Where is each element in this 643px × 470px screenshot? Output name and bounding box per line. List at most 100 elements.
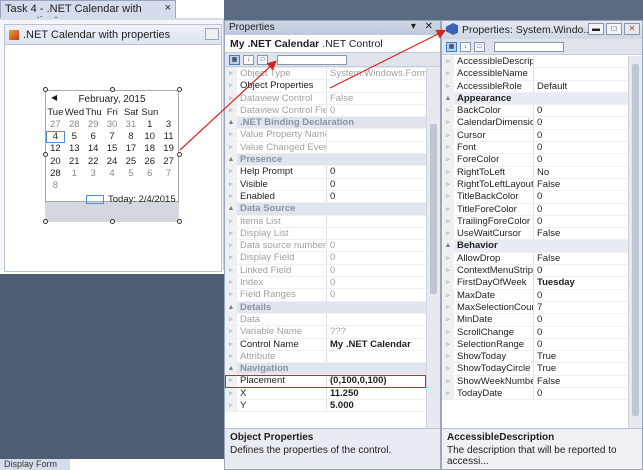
property-value[interactable]: System.Windows.Forms.M [327,68,426,79]
property-row[interactable]: ▹ BackColor 0 [442,105,628,118]
property-value[interactable]: My .NET Calendar [327,339,426,350]
property-value[interactable]: 0 [534,204,628,215]
expand-icon[interactable]: ▹ [442,56,454,68]
property-search-input[interactable] [277,54,347,65]
property-row[interactable]: ▹ Placement (0,100,0,100) [225,375,426,388]
property-row[interactable]: ▹ TitleBackColor 0 [442,191,628,204]
calendar-day-selected[interactable]: 4 [46,131,65,144]
property-value[interactable]: 0 [534,142,628,153]
calendar-day[interactable]: 15 [103,143,122,155]
property-value[interactable]: 0 [534,327,628,338]
property-value[interactable]: 0 [327,191,426,202]
property-row[interactable]: ▹Object TypeSystem.Windows.Forms.M [225,68,426,81]
property-category[interactable]: ▲ Navigation [225,363,426,376]
property-value[interactable]: 0 [327,252,426,263]
property-value[interactable]: False [534,179,628,190]
property-row[interactable]: ▹ Value Property Name [225,129,426,142]
expand-icon[interactable]: ▹ [225,80,237,92]
expand-icon[interactable]: ▹ [225,68,237,80]
property-value[interactable]: True [534,351,628,362]
property-search-input[interactable] [494,41,564,52]
property-value[interactable]: 0 [327,105,426,116]
property-value[interactable]: 0 [534,388,628,399]
expand-icon[interactable]: ▹ [225,166,237,178]
property-row[interactable]: ▹ Index 0 [225,277,426,290]
property-row[interactable]: ▹ X 11.250 [225,387,426,401]
expand-icon[interactable]: ▹ [225,227,237,240]
property-value[interactable]: 7 [534,302,628,313]
calendar-day[interactable]: 17 [121,143,140,155]
property-value[interactable]: Default [534,81,628,92]
expand-icon[interactable]: ▹ [442,215,454,228]
property-row[interactable]: ▹AccessibleDescriptio [442,56,628,69]
calendar-day[interactable]: 21 [65,156,84,168]
expand-icon[interactable]: ▹ [442,68,454,80]
document-tab[interactable]: Task 4 - .NET Calendar with properties* … [0,0,176,27]
calendar-today-row[interactable]: Today: 2/4/2015 [46,192,178,206]
property-value[interactable]: 0 [534,117,628,128]
scrollbar-thumb[interactable] [430,124,437,294]
property-row[interactable]: ▹ Dataview Control Field 0 [225,104,426,118]
calendar-day[interactable]: 26 [140,156,159,168]
calendar-day[interactable]: 8 [121,131,140,143]
close-tab-icon[interactable]: × [165,2,171,14]
calendar-prev-icon[interactable]: ◀ [51,93,57,102]
expand-icon[interactable]: ▹ [225,338,237,350]
property-row[interactable]: ▹ Visible 0 [225,178,426,191]
expand-icon[interactable]: ▹ [442,363,454,375]
property-value[interactable] [327,228,426,239]
calendar-day[interactable]: 29 [84,119,103,131]
resize-handle[interactable] [177,87,182,92]
property-value[interactable] [327,216,426,227]
property-row[interactable]: ▹ Dataview Control False [225,92,426,105]
expand-icon[interactable]: ▹ [442,338,454,351]
property-value[interactable]: True [534,363,628,374]
property-pages-icon[interactable]: □ [257,54,268,65]
property-value[interactable]: (0,100,0,100) [327,375,426,386]
calendar-day[interactable]: 8 [46,180,65,192]
property-value[interactable]: 0 [534,290,628,301]
expand-icon[interactable]: ▹ [442,191,454,203]
property-pages-icon[interactable]: □ [474,41,485,52]
property-value[interactable] [327,314,426,325]
property-row[interactable]: ▹ Control Name My .NET Calendar [225,338,426,351]
expand-icon[interactable]: ▹ [225,387,237,400]
scrollbar-thumb[interactable] [632,64,639,416]
calendar-day[interactable]: 7 [159,168,178,180]
panel-buttons-icon[interactable]: ▾ ✕ [411,21,436,32]
expand-icon[interactable]: ▹ [442,375,454,388]
property-value[interactable] [327,129,426,140]
property-value[interactable]: 0 [534,339,628,350]
expand-icon[interactable]: ▹ [225,178,237,190]
property-value[interactable]: ??? [327,326,426,337]
property-value[interactable]: Tuesday [534,277,628,288]
property-value[interactable]: False [534,253,628,264]
system-grid-scrollbar[interactable] [628,56,642,431]
resize-handle[interactable] [43,87,48,92]
expand-icon[interactable]: ▹ [442,178,454,191]
property-value[interactable] [327,80,426,91]
property-value[interactable]: 0 [327,277,426,288]
property-row[interactable]: ▹ MaxDate 0 [442,289,628,302]
object-selector[interactable]: My .NET Calendar .NET Control [225,35,440,53]
alphabetical-icon[interactable]: ↓ [243,54,254,65]
property-value[interactable]: 0 [534,154,628,165]
property-row[interactable]: ▹ AccessibleName [442,68,628,81]
calendar-day[interactable]: 7 [103,131,122,143]
expand-icon[interactable]: ▹ [442,142,454,154]
expand-icon[interactable]: ▹ [442,289,454,301]
property-value[interactable]: 0 [534,265,628,276]
property-row[interactable]: ▹ Variable Name??? [225,326,426,339]
expand-icon[interactable]: ▹ [442,117,454,129]
property-value[interactable]: 5.000 [327,400,426,411]
calendar-day[interactable]: 5 [65,131,84,143]
property-value[interactable] [534,68,628,79]
bottom-tab[interactable]: Display Form [0,459,70,470]
property-row[interactable]: ▹ ForeColor 0 [442,154,628,167]
calendar-day[interactable]: 3 [159,119,178,131]
calendar-day[interactable]: 1 [65,168,84,180]
categorized-icon[interactable]: ▦ [229,54,240,65]
collapse-icon[interactable]: ▲ [225,363,237,375]
property-value[interactable]: No [534,167,628,178]
property-row[interactable]: ▹ RightToLeftLayout False [442,178,628,192]
